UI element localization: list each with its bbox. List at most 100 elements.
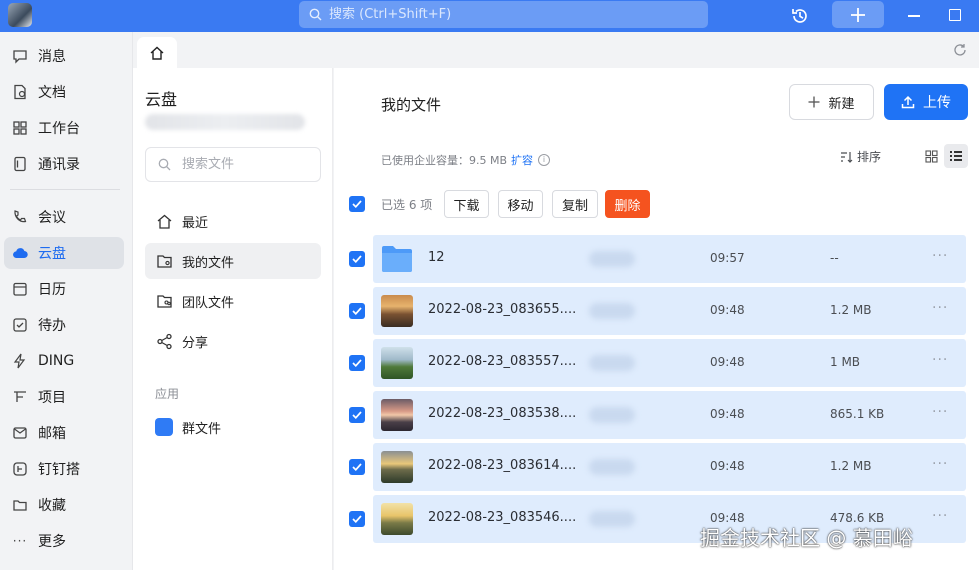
cloud-icon [13,248,28,259]
nav-item-cloud-drive[interactable]: 云盘 [4,237,124,269]
sidebar-item-label: 群文件 [182,421,222,437]
sidebar-item-label: 最近 [182,215,209,231]
check-icon [352,411,362,419]
global-search-input[interactable]: 搜索 (Ctrl+Shift+F) [299,1,708,28]
sidebar-item-share[interactable]: 分享 [145,323,321,359]
main-nav: 消息 文档 工作台 通讯录 会议 云盘 日历 待办 DING 项目 邮箱 钉钉搭… [0,32,133,570]
file-time: 09:48 [710,407,745,421]
nav-item-workbench[interactable]: 工作台 [4,112,124,144]
nav-item-label: 更多 [38,534,66,550]
nav-item-favorites[interactable]: 收藏 [4,489,124,521]
row-checkbox[interactable] [349,511,365,527]
more-options-icon[interactable]: ··· [932,248,948,264]
nav-item-project[interactable]: 项目 [4,381,124,413]
file-size: -- [830,251,839,265]
nav-item-more[interactable]: ··· 更多 [4,525,124,557]
list-view-toggle[interactable] [944,144,968,168]
file-name: 12 [428,250,445,265]
sidebar-section-apps: 应用 [155,387,180,401]
builder-icon [13,462,27,476]
sidebar-item-my-files[interactable]: 我的文件 [145,243,321,279]
sort-label: 排序 [857,150,882,164]
create-plus-button[interactable] [832,1,884,28]
sidebar-item-group-files[interactable]: 群文件 [145,409,321,445]
file-owner-blurred [589,355,635,371]
file-row[interactable]: 2022-08-23_083557.... 09:48 1 MB ··· [373,339,966,387]
nav-item-mail[interactable]: 邮箱 [4,417,124,449]
file-row[interactable]: 2022-08-23_083655.... 09:48 1.2 MB ··· [373,287,966,335]
nav-item-label: 待办 [38,318,66,334]
file-row[interactable]: 2022-08-23_083538.... 09:48 865.1 KB ··· [373,391,966,439]
clock-house-icon [157,214,171,229]
tab-strip [133,32,979,68]
row-checkbox[interactable] [349,251,365,267]
page-title: 我的文件 [381,96,442,114]
selected-count: 已选 6 项 [381,198,433,212]
file-time: 09:57 [710,251,745,265]
file-search-input[interactable]: 搜索文件 [145,147,321,182]
more-options-icon[interactable]: ··· [932,456,948,472]
more-options-icon[interactable]: ··· [932,300,948,316]
file-name: 2022-08-23_083546.... [428,510,577,525]
maximize-button[interactable] [949,9,961,21]
sidebar-item-recent[interactable]: 最近 [145,203,321,239]
contacts-icon [14,156,26,172]
nav-item-label: 云盘 [38,246,66,262]
nav-item-todo[interactable]: 待办 [4,309,124,341]
row-checkbox[interactable] [349,407,365,423]
app-logo[interactable] [8,3,32,27]
history-icon[interactable] [790,6,810,26]
nav-item-contacts[interactable]: 通讯录 [4,148,124,180]
new-button[interactable]: 新建 [789,84,874,120]
nav-item-calendar[interactable]: 日历 [4,273,124,305]
sort-button[interactable]: 排序 [840,148,881,165]
more-options-icon[interactable]: ··· [932,352,948,368]
upload-icon [901,95,915,109]
copy-button[interactable]: 复制 [552,190,598,218]
file-size: 865.1 KB [830,407,885,421]
nav-item-label: 工作台 [38,121,80,137]
upload-button[interactable]: 上传 [884,84,968,120]
row-checkbox[interactable] [349,459,365,475]
info-icon[interactable]: i [538,154,551,166]
search-icon [309,8,322,21]
minimize-button[interactable] [908,15,920,17]
nav-item-docs[interactable]: 文档 [4,76,124,108]
check-icon [352,255,362,263]
share-icon [156,333,172,349]
more-options-icon[interactable]: ··· [932,508,948,524]
chat-bubble-icon [13,50,27,64]
nav-item-dingda[interactable]: 钉钉搭 [4,453,124,485]
file-row[interactable]: 12 09:57 -- ··· [373,235,966,283]
move-button[interactable]: 移动 [498,190,543,218]
team-folder-icon [156,294,172,308]
sidebar-item-team-files[interactable]: 团队文件 [145,283,321,319]
file-row[interactable]: 2022-08-23_083614.... 09:48 1.2 MB ··· [373,443,966,491]
nav-item-meeting[interactable]: 会议 [4,201,124,233]
title-bar: 搜索 (Ctrl+Shift+F) [0,0,979,32]
download-button[interactable]: 下载 [444,190,489,218]
tab-home[interactable] [137,37,177,68]
expand-capacity-link[interactable]: 扩容 [511,152,533,168]
home-icon [150,46,164,60]
row-checkbox[interactable] [349,303,365,319]
file-name: 2022-08-23_083557.... [428,354,577,369]
refresh-icon[interactable] [953,43,967,57]
row-checkbox[interactable] [349,355,365,371]
global-search-placeholder: 搜索 (Ctrl+Shift+F) [329,7,452,22]
more-options-icon[interactable]: ··· [932,404,948,420]
image-thumbnail [381,451,413,483]
select-all-checkbox[interactable] [349,196,365,212]
image-thumbnail [381,295,413,327]
grid-view-toggle[interactable] [921,146,941,166]
folder-icon [382,246,412,272]
delete-button[interactable]: 删除 [605,190,650,218]
nav-item-label: 会议 [38,210,66,226]
group-file-icon [155,418,173,436]
file-time: 09:48 [710,355,745,369]
file-name: 2022-08-23_083655.... [428,302,577,317]
file-owner-blurred [589,511,635,527]
nav-item-ding[interactable]: DING [4,345,124,377]
file-owner-blurred [589,303,635,319]
nav-item-messages[interactable]: 消息 [4,40,124,72]
